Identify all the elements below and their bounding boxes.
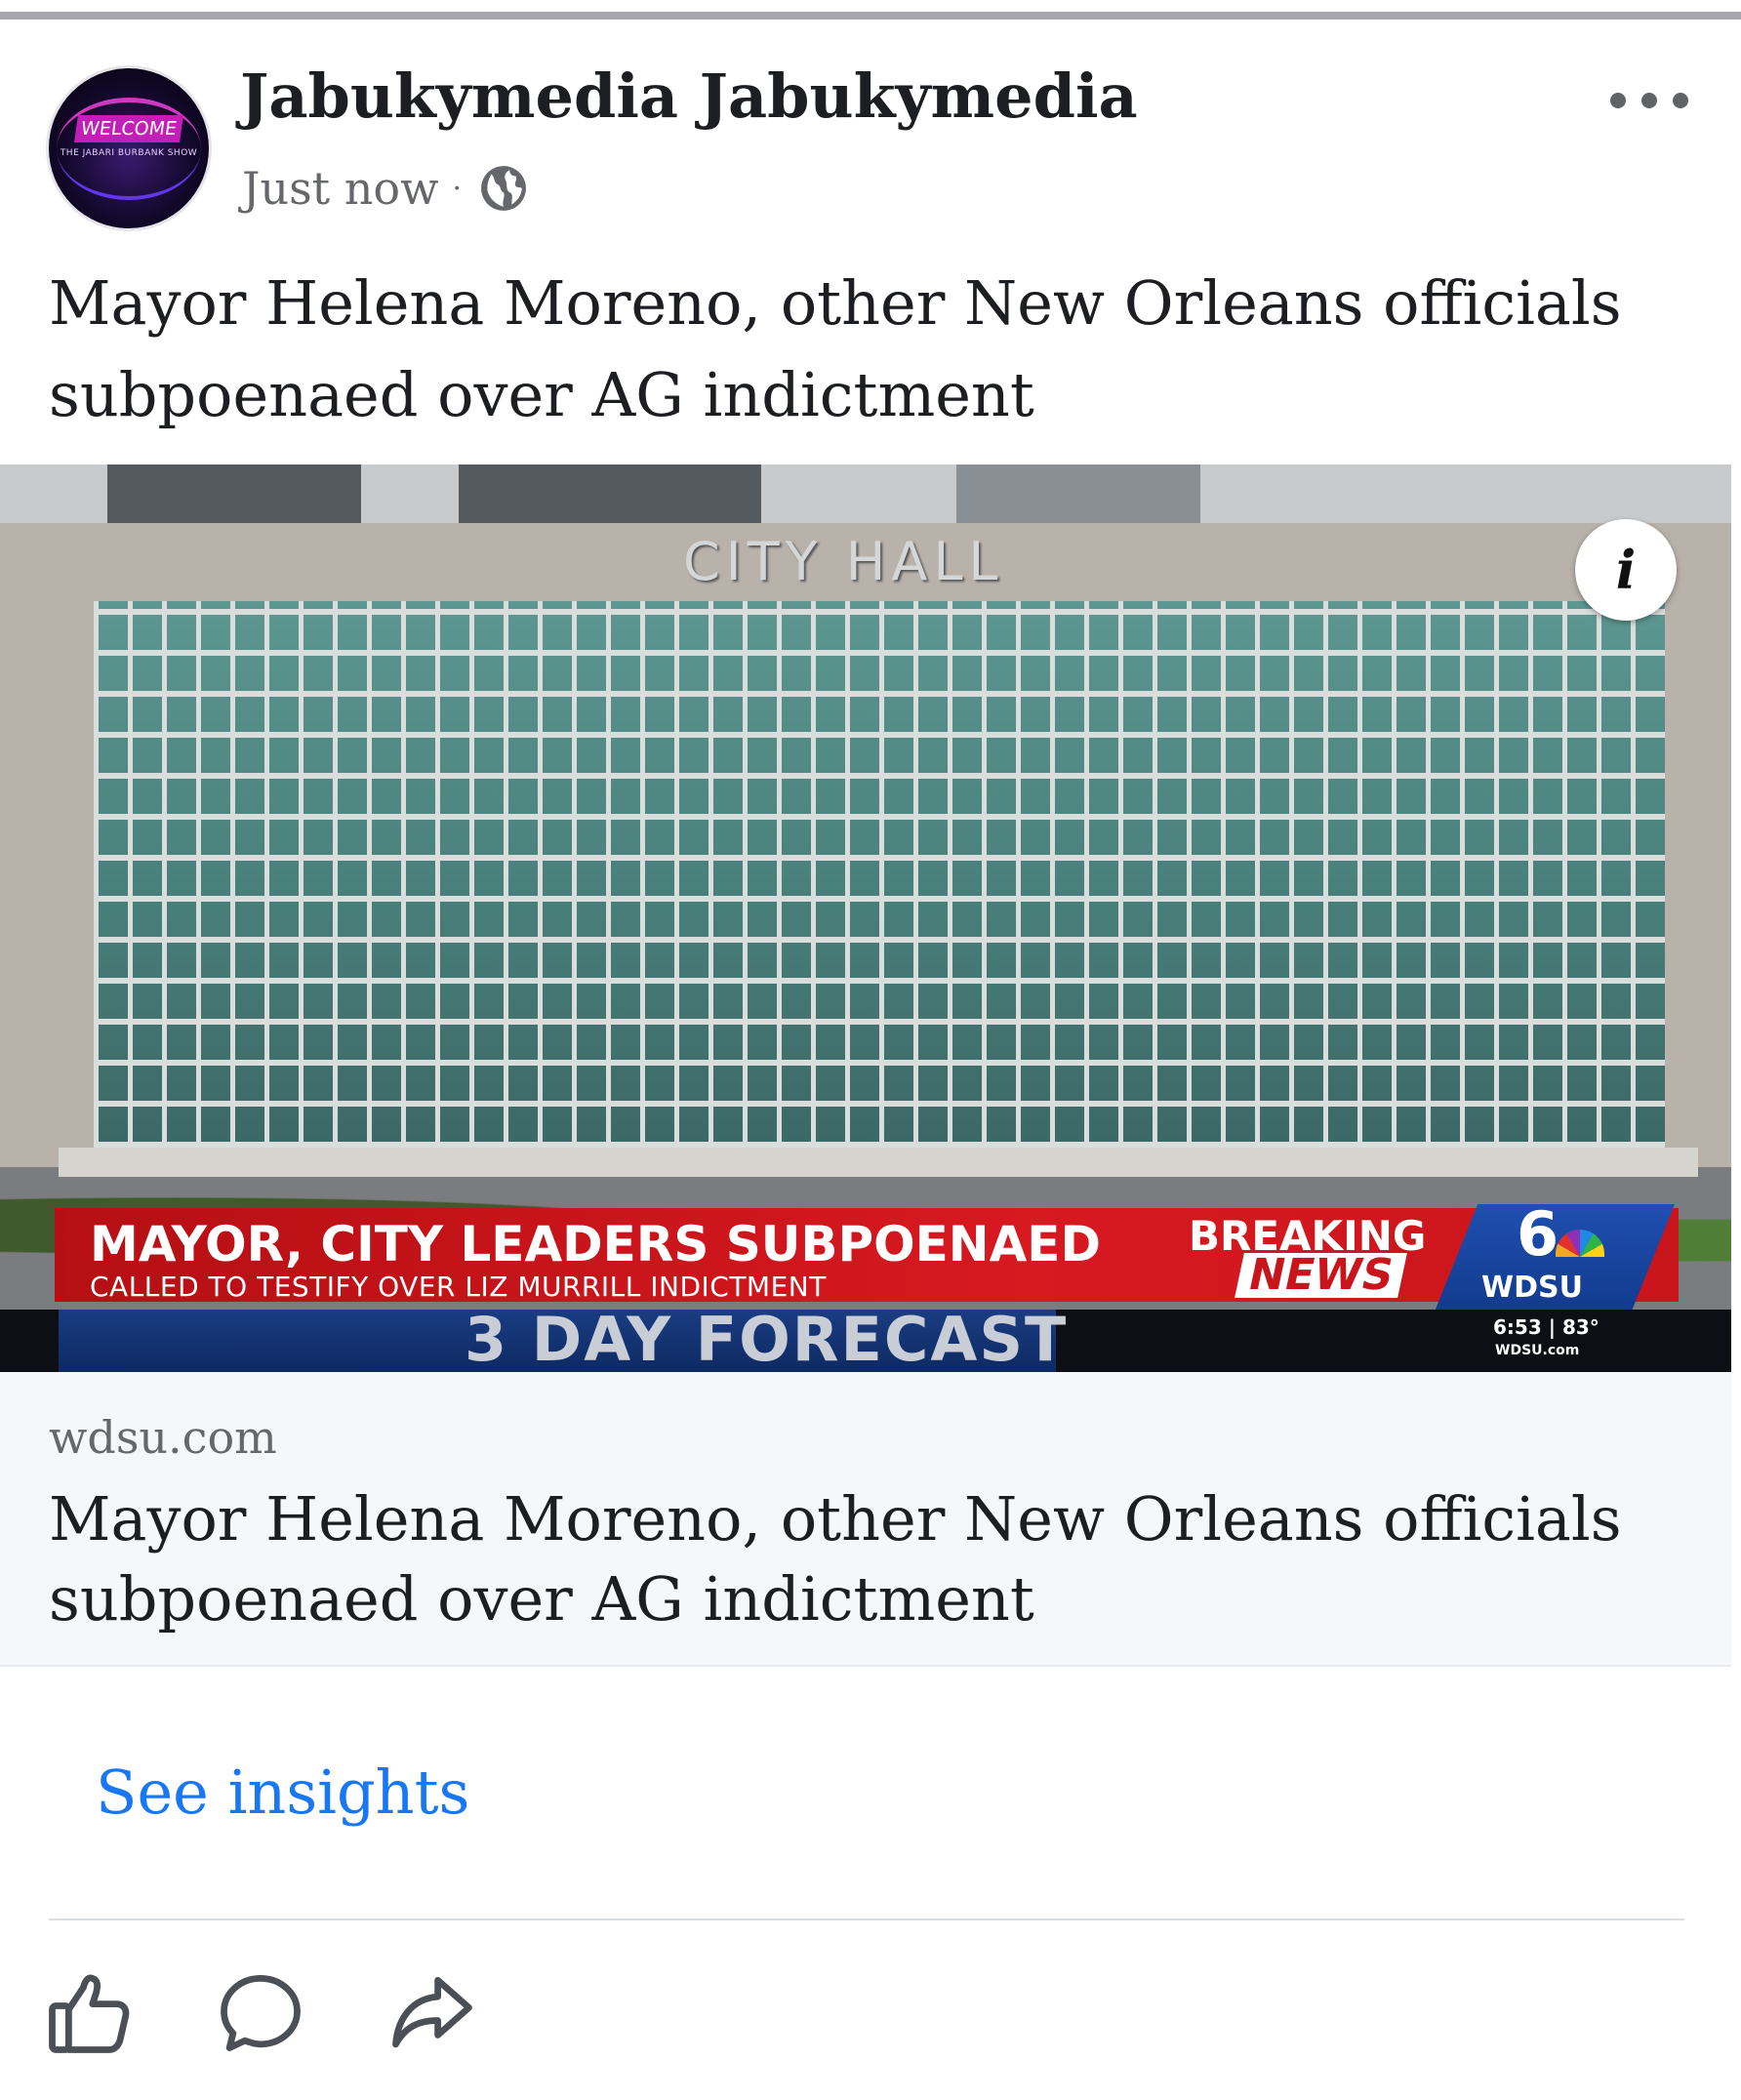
avatar-show-text: THE JABARI BURBANK SHOW: [60, 148, 198, 158]
more-dot: [1610, 93, 1626, 108]
forecast-text: 3 DAY FORECAST: [465, 1304, 1069, 1372]
news-subhead: CALLED TO TESTIFY OVER LIZ MURRILL INDIC…: [90, 1271, 827, 1303]
link-title[interactable]: Mayor Helena Moreno, other New Orleans o…: [49, 1479, 1688, 1639]
more-dot: [1673, 93, 1688, 108]
avatar[interactable]: WELCOME THE JABARI BURBANK SHOW: [49, 68, 209, 228]
post-timestamp[interactable]: Just now: [242, 162, 438, 215]
time-temperature: 6:53 | 83°: [1493, 1315, 1599, 1339]
share-icon[interactable]: [388, 1969, 476, 2057]
top-divider: [0, 12, 1741, 20]
image-building-windows: [94, 601, 1665, 1148]
post-meta: Just now ·: [242, 162, 528, 215]
actions-divider: [49, 1918, 1684, 1920]
more-dot: [1641, 93, 1657, 108]
info-icon[interactable]: i: [1575, 519, 1677, 621]
meta-separator: ·: [452, 171, 463, 206]
station-number: 6: [1517, 1198, 1559, 1270]
station-name: WDSU: [1481, 1271, 1583, 1305]
see-insights-link[interactable]: See insights: [96, 1757, 469, 1828]
news-label: NEWS: [1235, 1250, 1407, 1300]
image-background-building: [459, 464, 761, 523]
news-headline: MAYOR, CITY LEADERS SUBPOENAED: [90, 1216, 1101, 1272]
station-website: WDSU.com: [1495, 1343, 1580, 1358]
post-caption: Mayor Helena Moreno, other New Orleans o…: [49, 267, 1622, 430]
comment-icon[interactable]: [217, 1969, 304, 2057]
city-hall-sign: CITY HALL: [683, 531, 1004, 592]
post-actions: [45, 1969, 476, 2057]
avatar-welcome-text: WELCOME: [74, 115, 183, 142]
globe-icon[interactable]: [479, 164, 528, 213]
like-icon[interactable]: [45, 1969, 133, 2057]
link-image[interactable]: CITY HALL i MAYOR, CITY LEADERS SUBPOENA…: [0, 464, 1731, 1372]
author-name[interactable]: Jabukymedia Jabukymedia: [240, 61, 1138, 132]
more-options-icon[interactable]: [1610, 86, 1688, 115]
link-domain: wdsu.com: [49, 1411, 277, 1464]
